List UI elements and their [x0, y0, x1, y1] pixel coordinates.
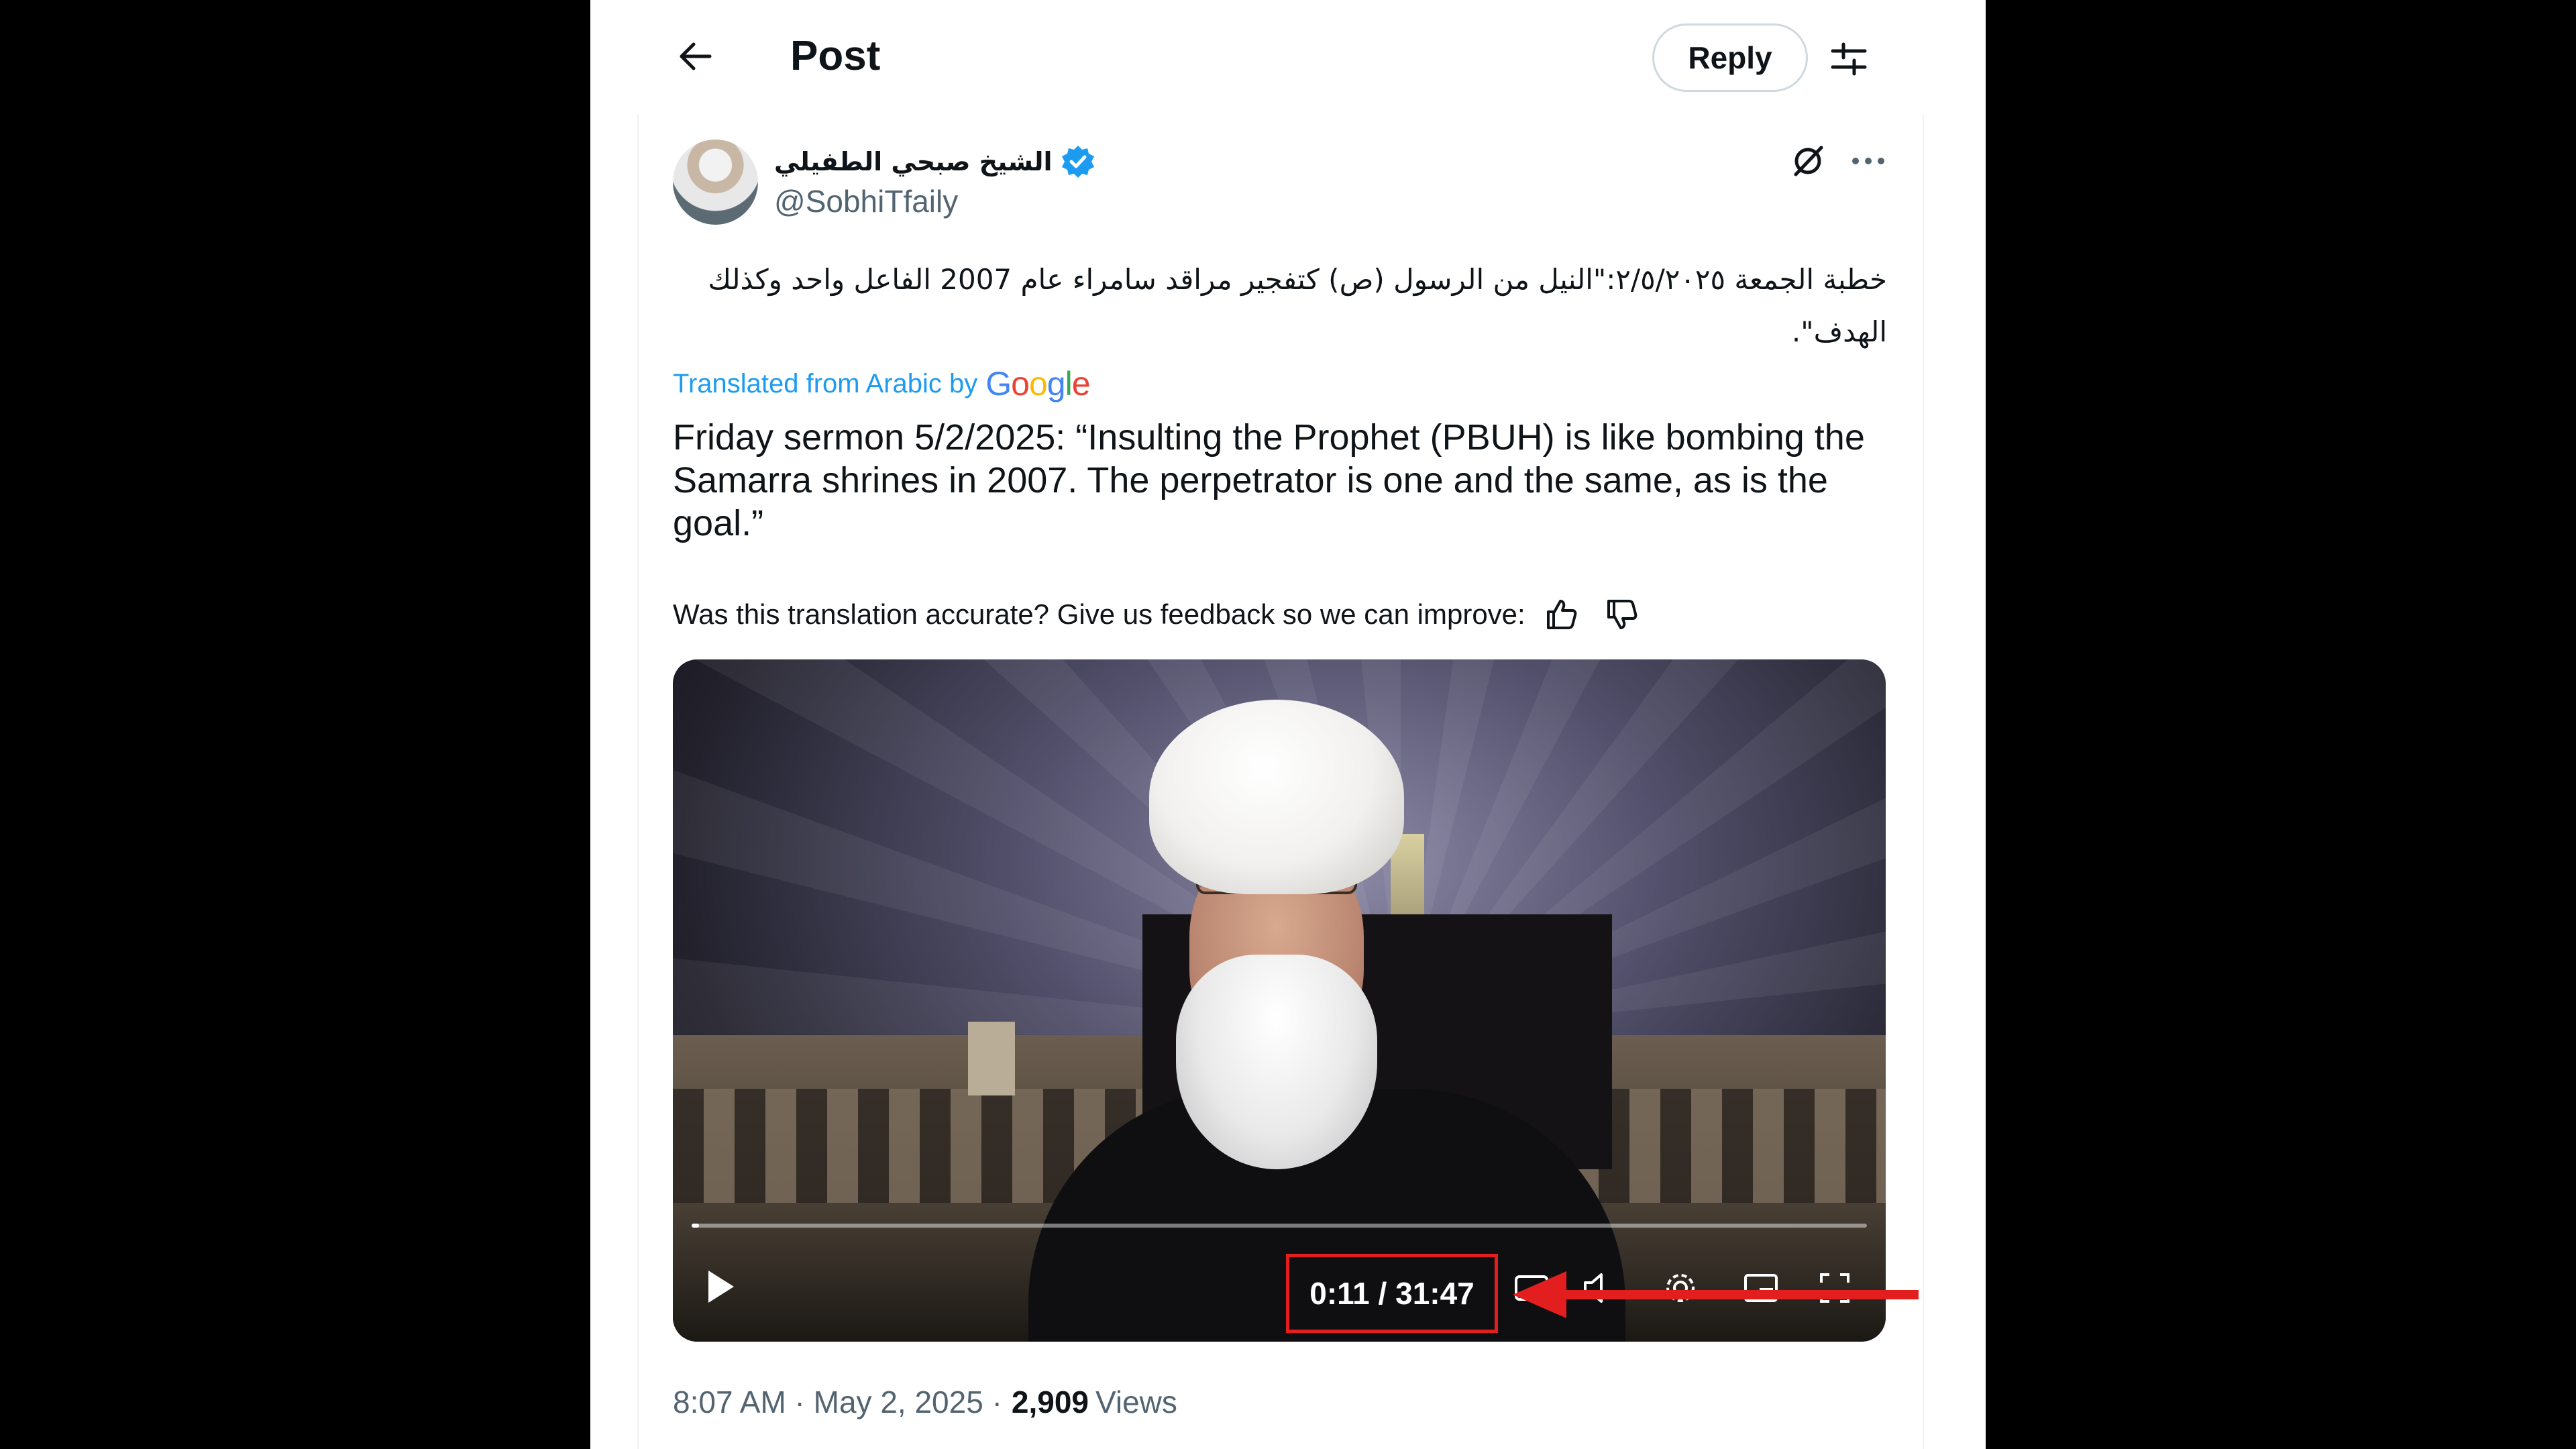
reply-button[interactable]: Reply [1652, 23, 1808, 92]
annotation-arrow-icon [1513, 1271, 1919, 1318]
arrow-left-icon [680, 42, 712, 70]
translated-text: Friday sermon 5/2/2025: “Insulting the P… [673, 417, 1865, 543]
thumbs-up-button[interactable] [1538, 590, 1586, 639]
grok-button[interactable] [1784, 138, 1831, 184]
author-handle[interactable]: @SobhiTfaily [774, 180, 958, 223]
more-options-button[interactable] [1845, 138, 1892, 184]
post-arabic-text: خطبة الجمعة ٢/٥/٢٠٢٥:"النيل من الرسول (ص… [673, 254, 1887, 358]
video-frame-beard [1176, 955, 1377, 1169]
play-icon [708, 1271, 734, 1303]
translation-feedback: Was this translation accurate? Give us f… [673, 590, 1646, 639]
arabic-line-1: خطبة الجمعة ٢/٥/٢٠٢٥:"النيل من الرسول (ص… [708, 263, 1887, 296]
google-logo: Google [985, 365, 1090, 402]
thumbs-up-icon [1546, 600, 1577, 629]
verified-badge-icon [1061, 146, 1094, 178]
play-button[interactable] [697, 1263, 744, 1310]
author-name: الشيخ صبحي الطفيلي [774, 147, 1053, 176]
post-meta: 8:07 AM · May 2, 2025 · 2,909 Views [673, 1381, 1177, 1424]
translation-attribution[interactable]: Translated from Arabic by Google [673, 362, 1091, 405]
settings-button[interactable] [1823, 34, 1874, 85]
grok-icon [1794, 146, 1823, 176]
views-label: Views [1095, 1385, 1177, 1419]
video-progress-bar[interactable] [692, 1224, 1867, 1228]
back-button[interactable] [671, 32, 719, 80]
translated-from-label: Translated from Arabic by [673, 368, 978, 398]
column-border-right [1923, 114, 1924, 1449]
video-frame-tower [968, 1022, 1015, 1095]
post-timestamp[interactable]: 8:07 AM · May 2, 2025 · [673, 1384, 1002, 1420]
avatar[interactable] [673, 140, 758, 225]
feedback-prompt: Was this translation accurate? Give us f… [673, 598, 1525, 630]
author-name-row[interactable]: الشيخ صبحي الطفيلي [774, 140, 1095, 183]
sliders-icon [1831, 42, 1867, 76]
thumbs-down-icon [1607, 600, 1638, 629]
video-frame-turban [1149, 700, 1404, 894]
arabic-line-2: الهدف". [1791, 315, 1887, 348]
video-progress-fill [692, 1224, 699, 1228]
page-title: Post [790, 33, 881, 79]
thumbs-down-button[interactable] [1598, 590, 1646, 639]
more-dots-icon [1852, 158, 1884, 164]
video-time-display: 0:11 / 31:47 [1286, 1254, 1498, 1333]
video-player[interactable]: 0:11 / 31:47 [673, 659, 1886, 1342]
views-count: 2,909 [1011, 1385, 1089, 1419]
column-border-left [637, 114, 639, 1449]
